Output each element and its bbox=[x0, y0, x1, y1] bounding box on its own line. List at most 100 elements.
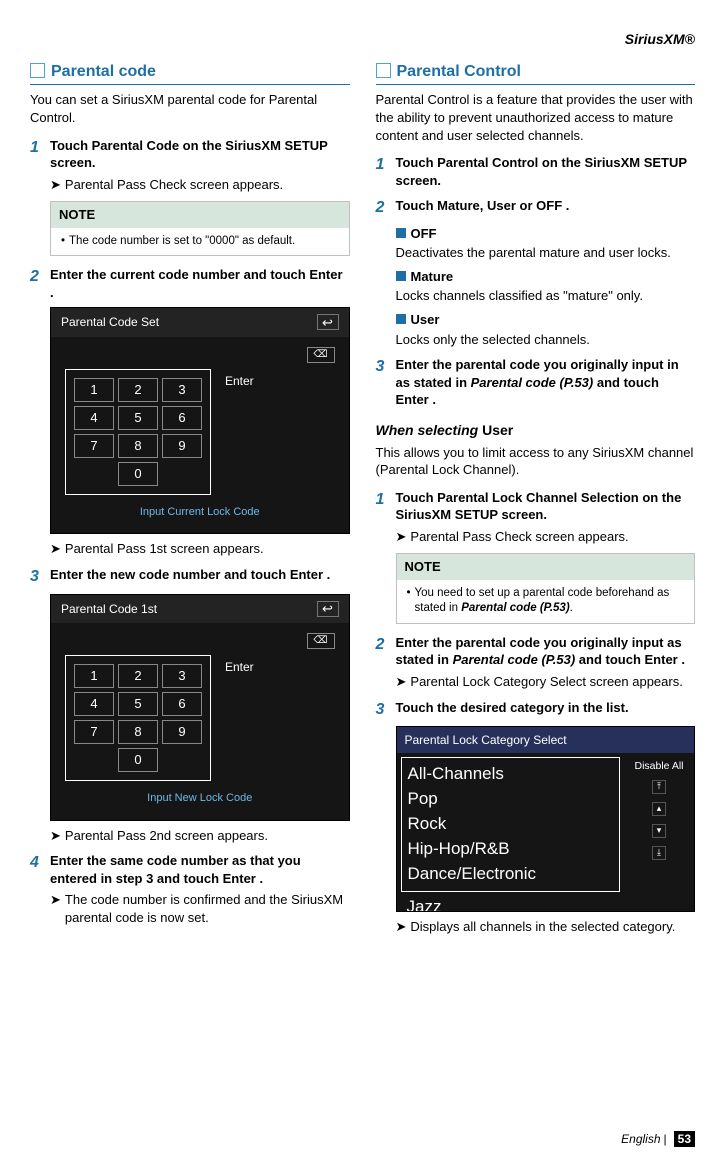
token-enter: Enter bbox=[309, 267, 342, 282]
token-enter: Enter bbox=[223, 871, 256, 886]
scroll-bottom-icon[interactable]: ⤓ bbox=[652, 846, 666, 860]
screenshot-category-select: Parental Lock Category Select All-Channe… bbox=[396, 726, 696, 912]
header-brand: SiriusXM® bbox=[30, 30, 695, 49]
token-mature: Mature bbox=[437, 198, 480, 213]
token-user: User bbox=[487, 198, 516, 213]
category-item[interactable]: All-Channels bbox=[408, 762, 614, 787]
result-text: The code number is confirmed and the Sir… bbox=[65, 891, 350, 926]
token-enter: Enter bbox=[396, 392, 429, 407]
section-marker-icon bbox=[376, 63, 391, 78]
enter-key[interactable]: Enter bbox=[225, 369, 254, 389]
option-mature: Mature Locks channels classified as "mat… bbox=[396, 268, 696, 305]
key-6[interactable]: 6 bbox=[162, 692, 202, 716]
screenshot-title: Parental Code Set bbox=[61, 314, 159, 330]
subintro: This allows you to limit access to any S… bbox=[376, 444, 696, 479]
step-number: 1 bbox=[376, 489, 396, 524]
step-number: 3 bbox=[30, 566, 50, 588]
key-9[interactable]: 9 bbox=[162, 434, 202, 458]
category-item[interactable]: Rock bbox=[408, 812, 614, 837]
left-column: Parental code You can set a SiriusXM par… bbox=[30, 61, 350, 942]
step-number: 3 bbox=[376, 356, 396, 409]
screenshot-title: Parental Lock Category Select bbox=[397, 727, 695, 753]
keypad: 1 2 3 4 5 6 7 8 9 bbox=[65, 655, 211, 781]
step-number: 2 bbox=[376, 197, 396, 219]
key-7[interactable]: 7 bbox=[74, 720, 114, 744]
key-4[interactable]: 4 bbox=[74, 692, 114, 716]
step-1: 1 Touch Parental Code on the SiriusXM SE… bbox=[30, 137, 350, 172]
result-text: Parental Pass Check screen appears. bbox=[410, 528, 628, 546]
result-text: Parental Pass Check screen appears. bbox=[65, 176, 283, 194]
key-0[interactable]: 0 bbox=[118, 748, 158, 772]
key-1[interactable]: 1 bbox=[74, 378, 114, 402]
section-heading-parental-control: Parental Control bbox=[376, 61, 696, 86]
screenshot-title: Parental Code 1st bbox=[61, 601, 157, 617]
page-number: 53 bbox=[674, 1131, 695, 1147]
keypad: 1 2 3 4 5 6 7 8 9 bbox=[65, 369, 211, 495]
screenshot-caption: Input New Lock Code bbox=[65, 791, 335, 806]
intro-parental-code: You can set a SiriusXM parental code for… bbox=[30, 91, 350, 126]
note-title: NOTE bbox=[51, 202, 349, 228]
category-item[interactable]: Dance/Electronic bbox=[408, 862, 614, 887]
disable-all-button[interactable]: Disable All bbox=[634, 759, 683, 773]
screenshot-code-set: Parental Code Set ↩ ⌫ 1 2 3 4 5 bbox=[50, 307, 350, 534]
category-item[interactable]: Pop bbox=[408, 787, 614, 812]
back-icon[interactable]: ↩ bbox=[317, 601, 339, 617]
section-marker-icon bbox=[30, 63, 45, 78]
result-arrow-icon: ➤ bbox=[50, 176, 61, 194]
step-number: 4 bbox=[30, 852, 50, 887]
result-text: Parental Lock Category Select screen app… bbox=[410, 673, 682, 691]
key-3[interactable]: 3 bbox=[162, 378, 202, 402]
note-box: NOTE •You need to set up a parental code… bbox=[396, 553, 696, 624]
scroll-up-icon[interactable]: ▴ bbox=[652, 802, 666, 816]
category-item[interactable]: Hip-Hop/R&B bbox=[408, 837, 614, 862]
step-number: 3 bbox=[376, 699, 396, 721]
note-item: You need to set up a parental code befor… bbox=[415, 586, 684, 617]
intro-parental-control: Parental Control is a feature that provi… bbox=[376, 91, 696, 144]
scroll-top-icon[interactable]: ⤒ bbox=[652, 780, 666, 794]
page-footer: English|53 bbox=[621, 1131, 695, 1147]
step-number: 1 bbox=[376, 154, 396, 189]
key-2[interactable]: 2 bbox=[118, 664, 158, 688]
screenshot-code-1st: Parental Code 1st ↩ ⌫ 1 2 3 4 5 bbox=[50, 594, 350, 821]
token-user: User bbox=[482, 422, 513, 438]
backspace-key[interactable]: ⌫ bbox=[307, 633, 335, 649]
key-0[interactable]: 0 bbox=[118, 462, 158, 486]
ref-parental-code: Parental code (P.53) bbox=[471, 375, 594, 390]
key-9[interactable]: 9 bbox=[162, 720, 202, 744]
right-column: Parental Control Parental Control is a f… bbox=[376, 61, 696, 942]
result-arrow-icon: ➤ bbox=[50, 891, 61, 926]
enter-key[interactable]: Enter bbox=[225, 655, 254, 675]
step-number: 1 bbox=[30, 137, 50, 172]
step-number: 2 bbox=[376, 634, 396, 669]
ref-parental-code: Parental code (P.53) bbox=[453, 652, 576, 667]
key-1[interactable]: 1 bbox=[74, 664, 114, 688]
step-3: 3 Enter the new code number and touch En… bbox=[30, 566, 350, 588]
result-arrow-icon: ➤ bbox=[396, 528, 407, 546]
section-heading-parental-code: Parental code bbox=[30, 61, 350, 86]
step-4: 4 Enter the same code number as that you… bbox=[30, 852, 350, 887]
key-5[interactable]: 5 bbox=[118, 406, 158, 430]
option-off: OFF Deactivates the parental mature and … bbox=[396, 225, 696, 262]
scroll-down-icon[interactable]: ▾ bbox=[652, 824, 666, 838]
result-arrow-icon: ➤ bbox=[50, 827, 61, 845]
result-text: Parental Pass 1st screen appears. bbox=[65, 540, 264, 558]
key-6[interactable]: 6 bbox=[162, 406, 202, 430]
back-icon[interactable]: ↩ bbox=[317, 314, 339, 330]
screenshot-caption: Input Current Lock Code bbox=[65, 505, 335, 520]
backspace-key[interactable]: ⌫ bbox=[307, 347, 335, 363]
key-8[interactable]: 8 bbox=[118, 434, 158, 458]
key-3[interactable]: 3 bbox=[162, 664, 202, 688]
step-2: 2 Enter the current code number and touc… bbox=[30, 266, 350, 301]
token-enter: Enter bbox=[645, 652, 678, 667]
key-5[interactable]: 5 bbox=[118, 692, 158, 716]
key-2[interactable]: 2 bbox=[118, 378, 158, 402]
key-7[interactable]: 7 bbox=[74, 434, 114, 458]
result-text: Displays all channels in the selected ca… bbox=[410, 918, 675, 936]
token-off: OFF bbox=[536, 198, 562, 213]
category-item-cut[interactable]: Jazz bbox=[397, 896, 625, 911]
note-title: NOTE bbox=[397, 554, 695, 580]
key-8[interactable]: 8 bbox=[118, 720, 158, 744]
key-4[interactable]: 4 bbox=[74, 406, 114, 430]
token-parental-code: Parental Code bbox=[92, 138, 179, 153]
category-list: All-Channels Pop Rock Hip-Hop/R&B Dance/… bbox=[401, 757, 621, 892]
